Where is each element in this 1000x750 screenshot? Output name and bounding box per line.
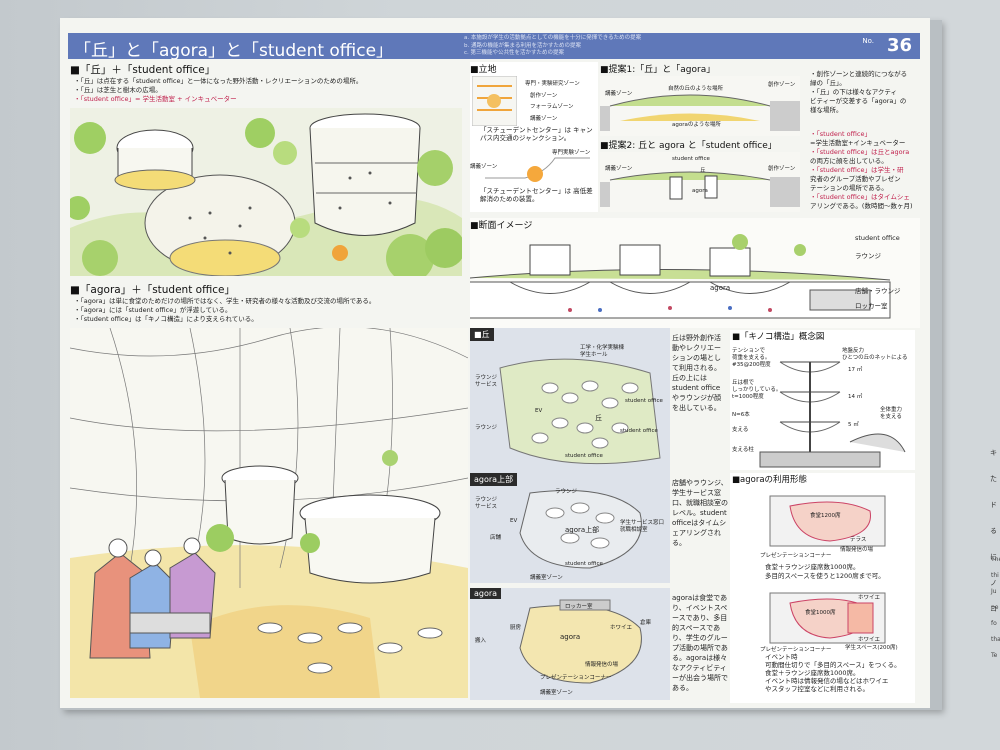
agora-plan-desc: agoraは食堂であり、イベントスペースであり、多目的スペースであり、学生のグル…	[672, 594, 728, 692]
presentation-board: 「丘」と「agora」と「student office」 a. 本施設が学生の活…	[60, 18, 930, 708]
agora-usage-panel: ■agoraの利用形態 食堂1200席 テラス プレゼンテーションコーナー 情報…	[730, 473, 915, 703]
section-panel: ■断面イメージ student office ラウンジ agora 店舗・ラウン…	[470, 218, 920, 328]
kinoko-heading: ■「キノコ構造」概念図	[732, 332, 825, 342]
title-banner: 「丘」と「agora」と「student office」 a. 本施設が学生の活…	[68, 33, 920, 61]
proposal-2-text: ・「student office」 =学生活動室+インキュベーター ・「stud…	[810, 130, 913, 210]
board-number-badge: No. 36	[862, 35, 912, 56]
proposal-2-heading: ■提案2: 丘と agora と「student office」	[600, 141, 777, 151]
oka-office-desc: ・「丘」は点在する「student office」と一体になった野外活動・レクリ…	[74, 77, 363, 103]
agora-upper-desc: 店舗やラウンジ、学生サービス窓口、就職相談室のレベル。student offic…	[672, 479, 728, 547]
ritchi-panel: ■立地 専門・実験研究ゾーン 創作ゾーン フォーラムゾーン 講義ゾーン 「スチュ…	[470, 62, 598, 212]
oka-plan: ■丘 工学・化学実験棟 学生ホール ラウンジ サービス EV 丘 ラウンジ st…	[470, 328, 670, 473]
next-panel-english: ThethiJu pefothaTe	[991, 556, 1000, 659]
oka-office-heading: ■「丘」＋「student office」	[70, 64, 216, 76]
agora-usage-caption-2: イベント時 可動間仕切りで「多目的スペース」をつくる。 食堂＋ラウンジ座席数10…	[765, 653, 901, 693]
agora-plan: agora ロッカー室 厨房 搬入 agora ホワイエ 倉庫 情報発信の場 プ…	[470, 588, 670, 700]
oka-desc: 丘は野外創作活動やレクリエーションの場として利用される。丘の上には studen…	[672, 334, 721, 412]
ritchi-caption-1: 「スチューデントセンター」は キャンパス内交通のジャンクション。	[480, 126, 593, 142]
interior-sketch	[70, 328, 468, 698]
ritchi-heading: ■立地	[470, 65, 497, 75]
ritchi-caption-2: 「スチューデントセンター」は 高低差解消のための装置。	[480, 187, 593, 203]
header-notes: a. 本施設が学生の活動拠点としての機能を十分に発揮できるための提案 b. 通路の…	[464, 35, 642, 56]
kinoko-panel: ■「キノコ構造」概念図 テンションで 荷重を支える。 #35@200程度 丘は根…	[730, 330, 915, 470]
proposal-1: ■提案1:「丘」と「agora」 講義ゾーン 自然の丘のような場所 創作ゾーン …	[600, 62, 800, 142]
agora-office-heading: ■「agora」＋「student office」	[70, 284, 235, 296]
proposal-1-text: ・創作ゾーンと連続的につながる 緑の「丘」。 ・「丘」の下は様々なアクティ ビティー…	[810, 70, 908, 114]
agora-office-desc: ・「agora」は単に食堂のためだけの場所ではなく、学生・研究者の様々な活動及び…	[74, 297, 376, 323]
proposal-2: ■提案2: 丘と agora と「student office」 student…	[600, 138, 800, 218]
agora-usage-caption-1: 食堂＋ラウンジ座席数1000席。 多目的スペースを使うと1200席まで可。	[765, 563, 885, 580]
agora-upper-plan: agora上部 ラウンジ ラウンジ サービス EV 店舗 agora上部 学生サ…	[470, 473, 670, 583]
agora-usage-heading: ■agoraの利用形態	[732, 475, 808, 485]
proposal-1-heading: ■提案1:「丘」と「agora」	[600, 65, 716, 75]
board-title: 「丘」と「agora」と「student office」	[74, 41, 394, 61]
board-number: 36	[886, 35, 912, 56]
aerial-sketch	[70, 108, 462, 276]
